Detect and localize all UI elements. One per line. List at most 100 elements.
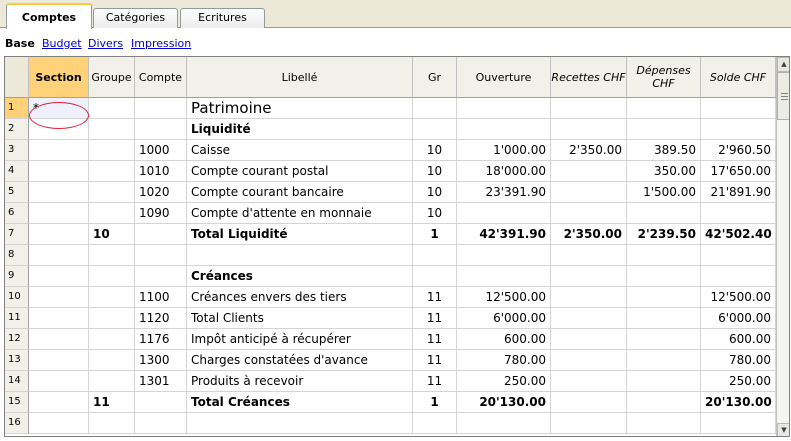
cell-libelle[interactable]: Total Liquidité bbox=[187, 224, 413, 245]
cell-section[interactable] bbox=[29, 161, 89, 182]
table-corner[interactable] bbox=[5, 57, 29, 98]
cell-recettes[interactable] bbox=[551, 350, 627, 371]
cell-recettes[interactable] bbox=[551, 308, 627, 329]
scroll-up-icon[interactable]: ▲ bbox=[777, 57, 789, 72]
row-number[interactable]: 7 bbox=[5, 224, 29, 245]
cell-section[interactable] bbox=[29, 350, 89, 371]
cell-section[interactable] bbox=[29, 308, 89, 329]
cell-recettes[interactable] bbox=[551, 182, 627, 203]
cell-depenses[interactable] bbox=[627, 413, 701, 434]
cell-groupe[interactable] bbox=[89, 350, 135, 371]
cell-ouverture[interactable]: 42'391.90 bbox=[457, 224, 551, 245]
cell-section[interactable] bbox=[29, 287, 89, 308]
cell-gr[interactable]: 10 bbox=[413, 182, 457, 203]
cell-section[interactable] bbox=[29, 182, 89, 203]
cell-section[interactable] bbox=[29, 329, 89, 350]
cell-compte[interactable] bbox=[135, 98, 187, 119]
cell-section[interactable] bbox=[29, 413, 89, 434]
cell-libelle[interactable]: Total Clients bbox=[187, 308, 413, 329]
cell-recettes[interactable] bbox=[551, 329, 627, 350]
cell-section[interactable] bbox=[29, 392, 89, 413]
cell-groupe[interactable] bbox=[89, 98, 135, 119]
cell-recettes[interactable] bbox=[551, 161, 627, 182]
cell-groupe[interactable] bbox=[89, 119, 135, 140]
column-header-compte[interactable]: Compte bbox=[135, 57, 187, 98]
cell-recettes[interactable] bbox=[551, 98, 627, 119]
cell-section[interactable] bbox=[29, 224, 89, 245]
cell-depenses[interactable] bbox=[627, 329, 701, 350]
cell-ouverture[interactable] bbox=[457, 266, 551, 287]
cell-recettes[interactable] bbox=[551, 266, 627, 287]
cell-gr[interactable] bbox=[413, 266, 457, 287]
cell-depenses[interactable] bbox=[627, 287, 701, 308]
cell-solde[interactable] bbox=[701, 413, 776, 434]
cell-libelle[interactable]: Compte d'attente en monnaie bbox=[187, 203, 413, 224]
cell-libelle[interactable]: Créances envers des tiers bbox=[187, 287, 413, 308]
cell-recettes[interactable] bbox=[551, 245, 627, 266]
cell-solde[interactable]: 250.00 bbox=[701, 371, 776, 392]
cell-gr[interactable]: 11 bbox=[413, 287, 457, 308]
cell-solde[interactable]: 780.00 bbox=[701, 350, 776, 371]
cell-section[interactable] bbox=[29, 203, 89, 224]
cell-depenses[interactable] bbox=[627, 392, 701, 413]
cell-ouverture[interactable]: 18'000.00 bbox=[457, 161, 551, 182]
tab-comptes[interactable]: Comptes bbox=[6, 3, 92, 29]
cell-ouverture[interactable] bbox=[457, 413, 551, 434]
cell-ouverture[interactable] bbox=[457, 98, 551, 119]
cell-solde[interactable] bbox=[701, 266, 776, 287]
cell-groupe[interactable] bbox=[89, 245, 135, 266]
cell-ouverture[interactable]: 250.00 bbox=[457, 371, 551, 392]
cell-libelle[interactable]: Compte courant bancaire bbox=[187, 182, 413, 203]
row-number[interactable]: 14 bbox=[5, 371, 29, 392]
row-number[interactable]: 15 bbox=[5, 392, 29, 413]
cell-gr[interactable] bbox=[413, 413, 457, 434]
cell-groupe[interactable] bbox=[89, 161, 135, 182]
cell-ouverture[interactable]: 12'500.00 bbox=[457, 287, 551, 308]
cell-compte[interactable]: 1000 bbox=[135, 140, 187, 161]
cell-solde[interactable] bbox=[701, 203, 776, 224]
column-header-groupe[interactable]: Groupe bbox=[89, 57, 135, 98]
cell-groupe[interactable] bbox=[89, 371, 135, 392]
cell-compte[interactable]: 1301 bbox=[135, 371, 187, 392]
cell-groupe[interactable] bbox=[89, 203, 135, 224]
cell-compte[interactable]: 1176 bbox=[135, 329, 187, 350]
cell-libelle[interactable]: Compte courant postal bbox=[187, 161, 413, 182]
cell-recettes[interactable]: 2'350.00 bbox=[551, 224, 627, 245]
column-header-section[interactable]: Section bbox=[29, 57, 89, 98]
cell-libelle[interactable]: Créances bbox=[187, 266, 413, 287]
cell-gr[interactable] bbox=[413, 245, 457, 266]
cell-compte[interactable] bbox=[135, 119, 187, 140]
cell-compte[interactable] bbox=[135, 392, 187, 413]
row-number[interactable]: 2 bbox=[5, 119, 29, 140]
cell-depenses[interactable] bbox=[627, 98, 701, 119]
view-link-impression[interactable]: Impression bbox=[131, 37, 191, 50]
cell-gr[interactable] bbox=[413, 98, 457, 119]
scroll-thumb[interactable] bbox=[777, 72, 789, 120]
cell-recettes[interactable] bbox=[551, 203, 627, 224]
view-link-budget[interactable]: Budget bbox=[42, 37, 82, 50]
cell-recettes[interactable]: 2'350.00 bbox=[551, 140, 627, 161]
row-number[interactable]: 5 bbox=[5, 182, 29, 203]
cell-compte[interactable]: 1100 bbox=[135, 287, 187, 308]
tab-categories[interactable]: Catégories bbox=[93, 8, 178, 28]
cell-recettes[interactable] bbox=[551, 413, 627, 434]
cell-depenses[interactable] bbox=[627, 203, 701, 224]
cell-ouverture[interactable]: 1'000.00 bbox=[457, 140, 551, 161]
cell-compte[interactable]: 1090 bbox=[135, 203, 187, 224]
cell-solde[interactable]: 21'891.90 bbox=[701, 182, 776, 203]
cell-depenses[interactable] bbox=[627, 350, 701, 371]
cell-ouverture[interactable]: 20'130.00 bbox=[457, 392, 551, 413]
cell-libelle[interactable]: Patrimoine bbox=[187, 98, 413, 119]
cell-groupe[interactable]: 10 bbox=[89, 224, 135, 245]
row-number[interactable]: 6 bbox=[5, 203, 29, 224]
cell-depenses[interactable] bbox=[627, 266, 701, 287]
cell-libelle[interactable]: Total Créances bbox=[187, 392, 413, 413]
cell-section[interactable] bbox=[29, 266, 89, 287]
cell-section[interactable] bbox=[29, 245, 89, 266]
cell-groupe[interactable] bbox=[89, 182, 135, 203]
cell-section[interactable] bbox=[29, 119, 89, 140]
cell-depenses[interactable] bbox=[627, 119, 701, 140]
cell-libelle[interactable] bbox=[187, 245, 413, 266]
column-header-ouverture[interactable]: Ouverture bbox=[457, 57, 551, 98]
cell-gr[interactable] bbox=[413, 119, 457, 140]
